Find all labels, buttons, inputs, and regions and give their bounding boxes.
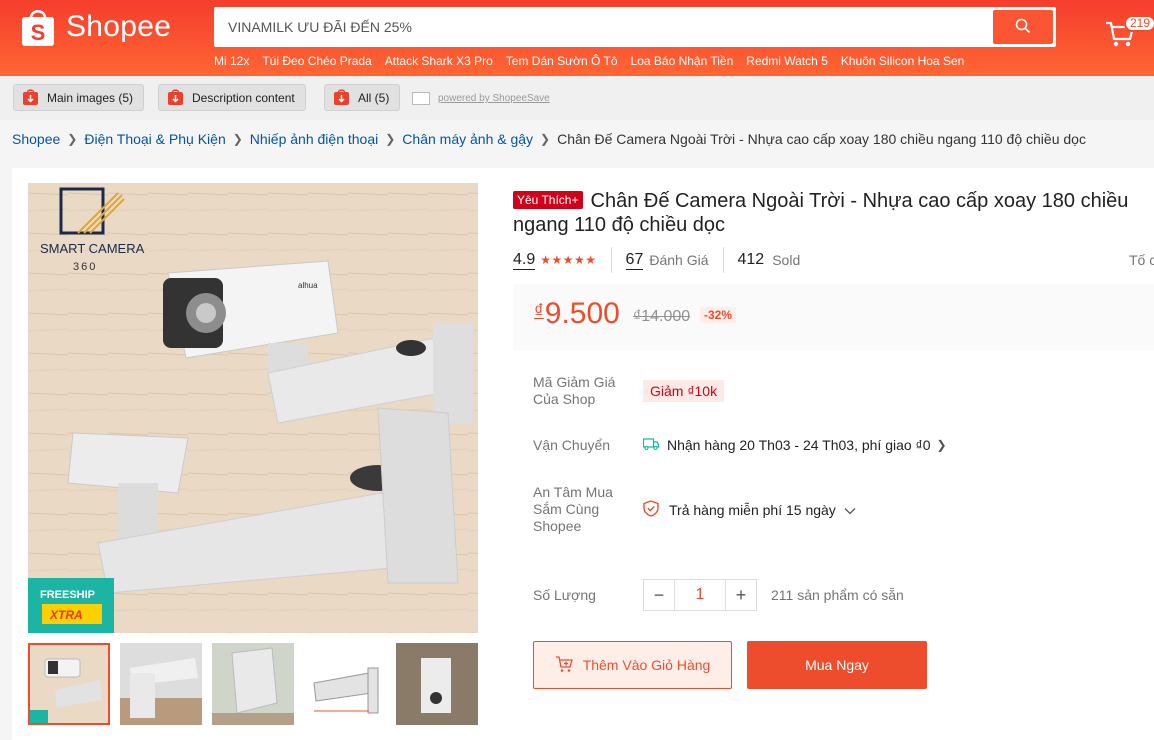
breadcrumb-link[interactable]: Điện Thoại & Phụ Kiện bbox=[84, 131, 225, 147]
all-images-button[interactable]: All (5) bbox=[324, 84, 401, 111]
main-images-label: Main images (5) bbox=[47, 90, 134, 105]
price-value: 9.500 bbox=[544, 297, 620, 330]
rating-stars-icon: ★★★★★ bbox=[540, 253, 597, 267]
buy-now-button[interactable]: Mua Ngay bbox=[747, 641, 927, 689]
shopping-bag-icon: S bbox=[20, 6, 56, 48]
breadcrumb-link[interactable]: Nhiếp ảnh điện thoại bbox=[250, 131, 378, 147]
chevron-right-icon: ❯ bbox=[67, 132, 78, 146]
decrease-quantity-button[interactable]: − bbox=[643, 579, 675, 611]
sold-count: 412 bbox=[737, 251, 765, 268]
shipping-info[interactable]: Nhận hàng 20 Th03 - 24 Th03, phí giao ₫0… bbox=[642, 437, 947, 453]
original-price: ₫14.000 bbox=[633, 308, 691, 325]
extension-logo-icon bbox=[412, 92, 430, 105]
breadcrumb-link[interactable]: Shopee bbox=[12, 131, 60, 147]
chevron-right-icon: ❯ bbox=[232, 132, 243, 146]
discount-badge: -32% bbox=[700, 307, 737, 323]
divider bbox=[610, 247, 612, 273]
rating-row: 4.9 ★★★★★ 67 Đánh Giá 412 Sold bbox=[513, 247, 800, 273]
add-to-cart-button[interactable]: Thêm Vào Giỏ Hàng bbox=[533, 641, 732, 689]
hotword-link[interactable]: Loa Báo Nhận Tiền bbox=[631, 54, 734, 68]
brand-line1: SMART CAMERA bbox=[40, 241, 145, 256]
thumbnail-3[interactable] bbox=[212, 643, 294, 725]
freeship-line2: XTRA bbox=[49, 608, 83, 622]
breadcrumb-link[interactable]: Chân máy ảnh & gậy bbox=[402, 131, 533, 147]
thumbnail-4[interactable] bbox=[304, 643, 386, 725]
return-guarantee[interactable]: Trả hàng miễn phí 15 ngày bbox=[643, 500, 856, 520]
hotword-link[interactable]: Mi 12x bbox=[214, 54, 249, 68]
increase-quantity-button[interactable]: + bbox=[725, 579, 757, 611]
shipping-value: Nhận hàng 20 Th03 - 24 Th03, phí giao ₫0 bbox=[667, 437, 931, 453]
stock-available: 211 sản phẩm có sẵn bbox=[771, 587, 904, 603]
download-icon bbox=[333, 89, 350, 106]
brand-line2: 360 bbox=[73, 261, 97, 273]
report-link[interactable]: Tố cáo bbox=[1129, 252, 1154, 268]
guarantee-value: Trả hàng miễn phí 15 ngày bbox=[669, 502, 836, 518]
product-title: Yêu Thích+ Chân Đế Camera Ngoài Trời - Nh… bbox=[513, 189, 1143, 237]
truck-icon bbox=[642, 437, 660, 453]
plus-icon: + bbox=[735, 584, 747, 605]
main-product-image[interactable]: SMART CAMERA 360 alhua FREESHIP XTRA bbox=[28, 183, 478, 633]
hotword-link[interactable]: Khuôn Silicon Hoa Sen bbox=[841, 54, 964, 68]
chevron-down-icon bbox=[844, 502, 856, 518]
camera-brand: alhua bbox=[298, 281, 318, 290]
thumbnail-strip bbox=[28, 643, 488, 725]
product-title-text: Chân Đế Camera Ngoài Trời - Nhựa cao cấp… bbox=[513, 190, 1129, 236]
shipping-label: Vận Chuyển bbox=[533, 437, 611, 453]
hotword-link[interactable]: Túi Đeo Chéo Prada bbox=[262, 54, 371, 68]
svg-text:S: S bbox=[31, 20, 46, 45]
favorite-plus-badge: Yêu Thích+ bbox=[513, 191, 583, 209]
extension-toolbar: Main images (5) Description content All … bbox=[0, 76, 1154, 120]
buy-now-label: Mua Ngay bbox=[805, 657, 869, 673]
add-to-cart-label: Thêm Vào Giỏ Hàng bbox=[582, 657, 711, 673]
reviews-label: Đánh Giá bbox=[649, 252, 709, 268]
search-bar bbox=[214, 7, 1056, 47]
powered-by-label: powered by ShopeeSave bbox=[438, 93, 550, 104]
thumbnail-1[interactable] bbox=[28, 643, 110, 725]
description-content-label: Description content bbox=[192, 90, 295, 105]
minus-icon: − bbox=[653, 584, 665, 605]
shopee-logo[interactable]: S Shopee bbox=[20, 6, 171, 48]
freeship-line1: FREESHIP bbox=[40, 589, 95, 601]
freeship-xtra-badge: FREESHIP XTRA bbox=[28, 578, 114, 633]
add-to-cart-icon bbox=[555, 655, 573, 676]
chevron-right-icon: ❯ bbox=[936, 438, 947, 452]
chevron-right-icon: ❯ bbox=[385, 132, 396, 146]
search-icon bbox=[1015, 18, 1031, 37]
search-input[interactable] bbox=[214, 7, 984, 47]
all-images-label: All (5) bbox=[358, 90, 390, 105]
currency-symbol: ₫ bbox=[534, 301, 544, 322]
shield-check-icon bbox=[643, 500, 659, 520]
hotword-link[interactable]: Tem Dán Sườn Ô Tô bbox=[506, 54, 618, 68]
download-icon bbox=[22, 89, 39, 106]
hotword-link[interactable]: Redmi Watch 5 bbox=[746, 54, 828, 68]
thumbnail-2[interactable] bbox=[120, 643, 202, 725]
quantity-input[interactable] bbox=[675, 579, 725, 611]
shop-voucher-tag[interactable]: Giảm ₫10k bbox=[643, 380, 725, 402]
hotword-link[interactable]: Attack Shark X3 Pro bbox=[385, 54, 493, 68]
download-icon bbox=[167, 89, 184, 106]
divider bbox=[722, 247, 724, 273]
powered-by-link[interactable]: powered by ShopeeSave bbox=[412, 92, 550, 105]
sold-label: Sold bbox=[772, 252, 801, 268]
voucher-label: Mã Giảm Giá Của Shop bbox=[533, 374, 616, 407]
quantity-label: Số Lượng bbox=[533, 587, 596, 603]
breadcrumb-current: Chân Đế Camera Ngoài Trời - Nhựa cao cấp… bbox=[557, 131, 1086, 147]
site-header: S Shopee 219 Mi 12x Túi Đeo Chéo Prada A… bbox=[0, 0, 1154, 76]
search-button[interactable] bbox=[993, 10, 1053, 44]
description-content-button[interactable]: Description content bbox=[158, 84, 306, 111]
guarantee-label: An Tâm Mua Sắm Cùng Shopee bbox=[533, 484, 613, 534]
quantity-stepper: − + bbox=[643, 579, 757, 611]
logo-text: Shopee bbox=[66, 10, 172, 43]
main-images-button[interactable]: Main images (5) bbox=[13, 84, 145, 111]
cart-count-badge: 219 bbox=[1124, 15, 1154, 32]
hotword-list: Mi 12x Túi Đeo Chéo Prada Attack Shark X… bbox=[214, 54, 977, 68]
reviews-count[interactable]: 67 bbox=[625, 251, 644, 270]
breadcrumb: Shopee ❯ Điện Thoại & Phụ Kiện ❯ Nhiếp ả… bbox=[12, 131, 1086, 147]
rating-score[interactable]: 4.9 bbox=[513, 251, 536, 270]
current-price: ₫ 9.500 bbox=[534, 297, 620, 331]
chevron-right-icon: ❯ bbox=[540, 132, 551, 146]
thumbnail-5[interactable] bbox=[396, 643, 478, 725]
